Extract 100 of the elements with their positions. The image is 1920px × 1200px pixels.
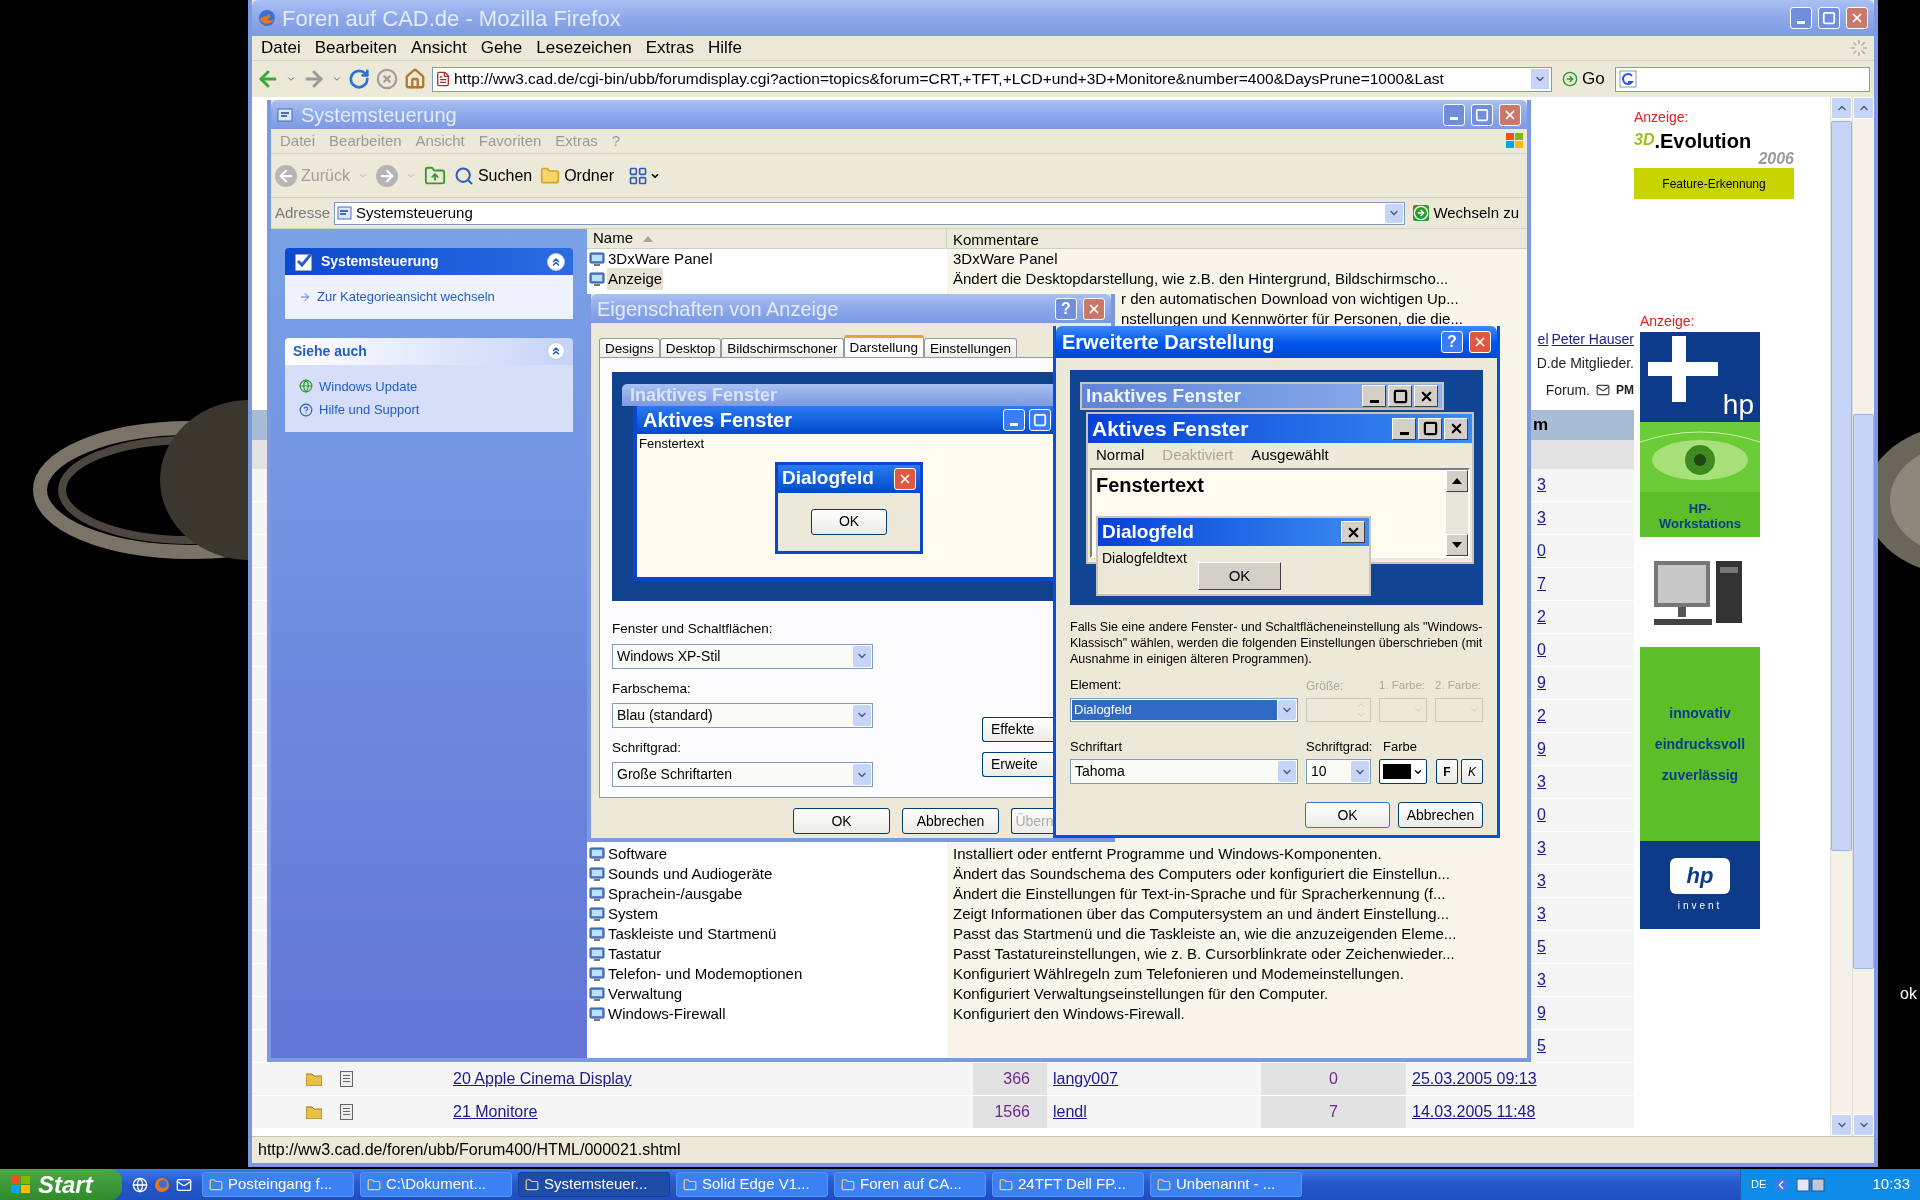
moderator-link[interactable]: Peter Hauser bbox=[1551, 328, 1634, 350]
search-button[interactable]: Suchen bbox=[453, 163, 533, 188]
date-link[interactable]: 9 bbox=[1537, 671, 1546, 695]
caret-icon[interactable] bbox=[286, 74, 296, 84]
column-header[interactable]: Name bbox=[587, 229, 947, 248]
collapse-button[interactable] bbox=[547, 252, 565, 271]
dropdown[interactable]: Große Schriftarten bbox=[612, 762, 873, 787]
tab[interactable]: Bildschirmschoner bbox=[721, 338, 844, 357]
element-dropdown[interactable]: Dialogfeld bbox=[1070, 697, 1298, 722]
reload-button[interactable] bbox=[348, 68, 370, 90]
user-link[interactable]: langy007 bbox=[1053, 1067, 1118, 1091]
dialog-button[interactable]: Abbrechen bbox=[1398, 802, 1483, 828]
home-button[interactable] bbox=[404, 68, 426, 90]
go-button[interactable]: Wechseln zu bbox=[1409, 201, 1523, 225]
tab[interactable]: Desktop bbox=[659, 338, 722, 357]
dropdown[interactable]: Windows XP-Stil bbox=[612, 643, 873, 669]
date-link[interactable]: 0 bbox=[1537, 539, 1546, 563]
maximize-button[interactable] bbox=[1388, 385, 1412, 407]
mail-icon[interactable] bbox=[176, 1176, 192, 1193]
menu-item[interactable]: Datei bbox=[254, 35, 308, 61]
taskbar-button[interactable]: 24TFT Dell FP... bbox=[992, 1172, 1144, 1197]
date-link[interactable]: 3 bbox=[1537, 770, 1546, 794]
ad-banner[interactable]: hp HP-Workstations innovativ eindrucksvoll zuverlässig hp invent bbox=[1640, 332, 1760, 929]
date-link[interactable]: 3 bbox=[1537, 473, 1546, 497]
help-button[interactable]: ? bbox=[1441, 331, 1463, 353]
url-field[interactable]: http://ww3.cad.de/cgi-bin/ubb/forumdisplay.cgi?action=topics&forum=CRT,+TFT,+LCD+und+3D+Monitore&number=400&DaysPrune=1000&Last bbox=[432, 66, 1552, 92]
menu-item[interactable]: Extras bbox=[638, 35, 701, 61]
scroll-thumb[interactable] bbox=[1831, 121, 1852, 851]
taskbar-button[interactable]: Systemsteuer... bbox=[518, 1172, 670, 1197]
column-header[interactable]: Kommentare bbox=[947, 229, 1527, 248]
date-link[interactable]: 14.03.2005 11:48 bbox=[1412, 1100, 1536, 1124]
dialog-button[interactable]: OK bbox=[793, 808, 890, 834]
item-name[interactable]: Anzeige bbox=[607, 267, 664, 291]
expand-icon[interactable] bbox=[1774, 1177, 1789, 1192]
date-link[interactable]: 0 bbox=[1537, 803, 1546, 827]
go-button[interactable]: Go bbox=[1558, 66, 1609, 92]
dialog-button[interactable]: Abbrechen bbox=[902, 808, 999, 834]
date-link[interactable]: 3 bbox=[1537, 968, 1546, 992]
taskbar-button[interactable]: C:\Dokument... bbox=[360, 1172, 512, 1197]
taskbar-button[interactable]: Foren auf CA... bbox=[834, 1172, 986, 1197]
folders-button[interactable]: Ordner bbox=[540, 163, 614, 188]
maximize-button[interactable] bbox=[1418, 417, 1442, 440]
url-dropdown-button[interactable] bbox=[1531, 69, 1549, 89]
tab[interactable]: Designs bbox=[599, 338, 660, 357]
close-button[interactable] bbox=[1414, 385, 1438, 407]
date-link[interactable]: 5 bbox=[1537, 935, 1546, 959]
browser-icon[interactable] bbox=[132, 1176, 148, 1193]
date-link[interactable]: 3 bbox=[1537, 836, 1546, 860]
taskbar-button[interactable]: Unbenannt - ... bbox=[1150, 1172, 1302, 1197]
dialog-button[interactable]: OK bbox=[1305, 802, 1390, 828]
topic-link[interactable]: 20 Apple Cinema Display bbox=[453, 1067, 632, 1091]
scroll-down-button[interactable] bbox=[1446, 534, 1468, 556]
bold-button[interactable]: F bbox=[1436, 759, 1458, 784]
close-button[interactable] bbox=[1341, 521, 1365, 543]
collapse-button[interactable] bbox=[547, 342, 565, 360]
folder-up-icon[interactable] bbox=[423, 164, 446, 187]
ok-button[interactable]: OK bbox=[811, 508, 887, 535]
font-dropdown[interactable]: Tahoma bbox=[1070, 759, 1298, 784]
menu-item[interactable]: Ausgewählt bbox=[1251, 444, 1329, 467]
date-link[interactable]: 5 bbox=[1537, 1034, 1546, 1058]
ok-button[interactable]: OK bbox=[1198, 562, 1281, 590]
moderator-link[interactable]: el bbox=[1537, 328, 1549, 350]
minimize-button[interactable] bbox=[1392, 417, 1416, 440]
date-link[interactable]: 3 bbox=[1537, 902, 1546, 926]
scroll-up-button[interactable] bbox=[1446, 470, 1468, 492]
taskbar-button[interactable]: Solid Edge V1... bbox=[676, 1172, 828, 1197]
date-link[interactable]: 9 bbox=[1537, 737, 1546, 761]
minimize-button[interactable] bbox=[1362, 385, 1386, 407]
date-link[interactable]: 3 bbox=[1537, 506, 1546, 530]
menu-item[interactable]: Lesezeichen bbox=[529, 35, 639, 61]
tray-icon[interactable] bbox=[1796, 1176, 1827, 1193]
date-link[interactable]: 2 bbox=[1537, 605, 1546, 629]
date-link[interactable]: 0 bbox=[1537, 638, 1546, 662]
task-link[interactable]: Hilfe und Support bbox=[299, 400, 559, 420]
stop-button[interactable] bbox=[376, 68, 398, 90]
browser-logo-icon[interactable] bbox=[154, 1176, 170, 1193]
date-link[interactable]: 2 bbox=[1537, 704, 1546, 728]
font-size-dropdown[interactable]: 10 bbox=[1306, 759, 1371, 784]
address-field[interactable]: Systemsteuerung bbox=[334, 201, 1406, 225]
taskbar-button[interactable]: Posteingang f... bbox=[202, 1172, 354, 1197]
scroll-thumb[interactable] bbox=[1853, 414, 1874, 969]
tab[interactable]: Darstellung bbox=[843, 335, 924, 357]
user-link[interactable]: lendl bbox=[1053, 1100, 1087, 1124]
date-link[interactable]: 9 bbox=[1537, 1001, 1546, 1025]
tab[interactable]: Einstellungen bbox=[923, 338, 1017, 357]
search-field[interactable] bbox=[1614, 66, 1870, 92]
menu-item[interactable]: Bearbeiten bbox=[307, 35, 404, 61]
dropdown[interactable]: Blau (standard) bbox=[612, 702, 873, 728]
caret-icon[interactable] bbox=[332, 74, 342, 84]
date-link[interactable]: 7 bbox=[1537, 572, 1546, 596]
close-button[interactable] bbox=[1444, 417, 1468, 440]
topic-link[interactable]: 21 Monitore bbox=[453, 1100, 538, 1124]
menu-item[interactable]: Hilfe bbox=[700, 35, 749, 61]
task-link[interactable]: Windows Update bbox=[299, 376, 559, 396]
menu-item[interactable]: Normal bbox=[1096, 444, 1145, 467]
date-link[interactable]: 3 bbox=[1537, 869, 1546, 893]
date-link[interactable]: 25.03.2005 09:13 bbox=[1412, 1067, 1537, 1091]
color-picker[interactable] bbox=[1379, 759, 1427, 784]
views-button[interactable] bbox=[627, 165, 660, 186]
language-indicator[interactable]: DE bbox=[1751, 1176, 1767, 1193]
